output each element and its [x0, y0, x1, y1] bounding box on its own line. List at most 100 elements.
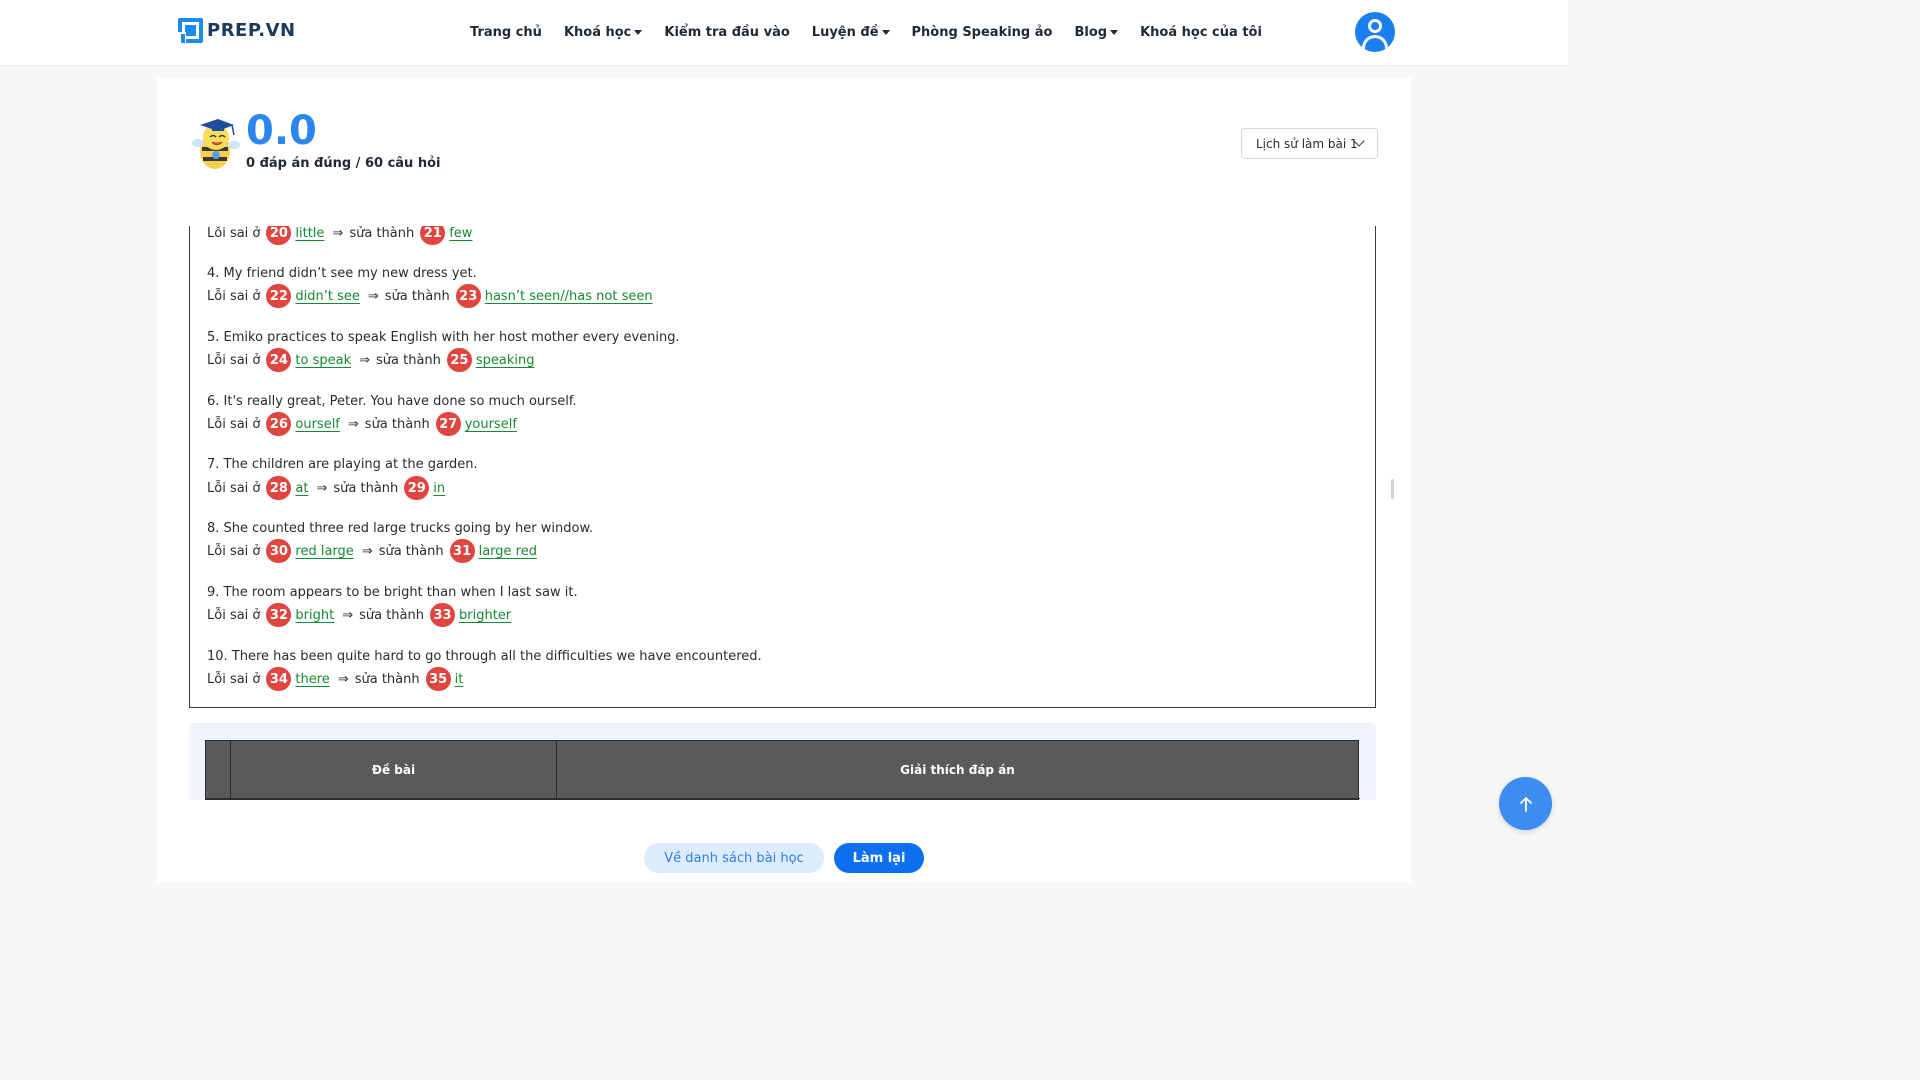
prep-logo[interactable]: PREP.VN [177, 18, 296, 44]
answer-line: Lỗi sai ở 34 there ⇒ sửa thành 35 it [207, 667, 463, 691]
wrong-answer: little [295, 226, 325, 241]
wrong-answer: red large [295, 543, 354, 559]
fix-label: sửa thành [349, 226, 415, 241]
correct-answer: few [449, 226, 473, 241]
explanation-table: Đề bài Giải thích đáp án [205, 740, 1360, 800]
fix-label: sửa thành [378, 543, 444, 559]
table-header-question: Đề bài [231, 741, 557, 798]
logo-text: PREP.VN [207, 20, 296, 41]
error-label: Lỗi sai ở [207, 607, 261, 623]
nav-item-speaking-room[interactable]: Phòng Speaking ảo [912, 25, 1053, 40]
question-text: 6. It's really great, Peter. You have do… [207, 394, 577, 409]
nav-label: Blog [1074, 24, 1108, 40]
question-number-badge: 31 [449, 539, 475, 563]
nav-label: Trang chủ [470, 24, 542, 40]
nav-label: Kiểm tra đầu vào [664, 24, 790, 40]
answer-line: Lỗi sai ở 20 little ⇒ sửa thành 21 few [207, 226, 472, 245]
correct-answer: speaking [475, 352, 535, 368]
error-label: Lỗi sai ở [207, 352, 261, 368]
answer-line: Lỗi sai ở 22 didn’t see ⇒ sửa thành 23 h… [207, 284, 653, 308]
score-value: 0.0 [246, 108, 317, 154]
wrong-answer: bright [295, 607, 335, 623]
error-label: Lỗi sai ở [207, 671, 261, 687]
question-number-badge: 26 [266, 412, 292, 436]
question-number-badge: 22 [266, 284, 292, 308]
fix-label: sửa thành [384, 288, 450, 304]
wrong-answer: didn’t see [295, 288, 360, 304]
retry-button[interactable]: Làm lại [834, 843, 924, 873]
caret-down-icon [634, 29, 643, 35]
answer-line: Lỗi sai ở 30 red large ⇒ sửa thành 31 la… [207, 539, 537, 563]
fix-label: sửa thành [364, 416, 430, 432]
wrong-answer: to speak [295, 352, 352, 368]
table-header-explanation: Giải thích đáp án [900, 762, 1015, 777]
nav-item-practice[interactable]: Luyện đề [812, 25, 890, 40]
answer-line: Lỗi sai ở 32 bright ⇒ sửa thành 33 brigh… [207, 603, 511, 627]
nav-label: Khoá học [563, 24, 632, 40]
arrow-icon: ⇒ [342, 607, 354, 623]
error-label: Lỗi sai ở [207, 416, 261, 432]
table-index-column [206, 741, 231, 800]
answer-line: Lỗi sai ở 28 at ⇒ sửa thành 29 in [207, 476, 445, 500]
arrow-icon: ⇒ [367, 288, 379, 304]
arrow-up-icon [1519, 796, 1532, 812]
history-select-value: Lịch sử làm bài 1 [1256, 136, 1358, 151]
question-number-badge: 34 [266, 667, 292, 691]
wrong-answer: there [295, 671, 330, 687]
caret-down-icon [881, 29, 890, 35]
nav-item-my-courses[interactable]: Khoá học của tôi [1140, 25, 1262, 40]
fix-label: sửa thành [354, 671, 420, 687]
question-text: 8. She counted three red large trucks go… [207, 521, 594, 536]
wrong-answer: at [295, 480, 309, 496]
correct-answer: yourself [464, 416, 517, 432]
question-number-badge: 24 [266, 348, 292, 372]
question-number-badge: 32 [266, 603, 292, 627]
scroll-to-top-button[interactable] [1499, 777, 1552, 830]
score-summary: 0 đáp án đúng / 60 câu hỏi [246, 156, 441, 171]
explanation-section: Đề bài Giải thích đáp án [189, 723, 1376, 800]
correct-answer: in [433, 480, 446, 496]
question-number-badge: 35 [425, 667, 451, 691]
caret-down-icon [1110, 29, 1119, 35]
correct-answer: large red [478, 543, 537, 559]
question-text: 9. The room appears to be bright than wh… [207, 585, 578, 600]
question-number-badge: 25 [446, 348, 472, 372]
nav-label: Luyện đề [811, 24, 879, 40]
scrollbar-thumb[interactable] [1391, 479, 1394, 499]
nav-item-entry-test[interactable]: Kiểm tra đầu vào [664, 25, 789, 40]
correct-answer: hasn’t seen//has not seen [484, 288, 653, 304]
question-number-badge: 29 [404, 476, 430, 500]
answer-panel[interactable]: Lỗi sai ở 20 little ⇒ sửa thành 21 few 4… [189, 226, 1376, 708]
top-header: PREP.VN Trang chủ Khoá học Kiểm tra đầu … [0, 0, 1568, 66]
question-number-badge: 21 [420, 226, 446, 245]
nav-label: Phòng Speaking ảo [911, 24, 1053, 40]
correct-answer: brighter [459, 607, 512, 623]
user-avatar-icon[interactable] [1355, 12, 1395, 52]
question-number-badge: 23 [455, 284, 481, 308]
error-label: Lỗi sai ở [207, 480, 261, 496]
back-to-lessons-button[interactable]: Về danh sách bài học [644, 843, 824, 873]
question-number-badge: 28 [266, 476, 292, 500]
nav-item-home[interactable]: Trang chủ [470, 25, 542, 40]
arrow-icon: ⇒ [332, 226, 344, 241]
arrow-icon: ⇒ [361, 543, 373, 559]
fix-label: sửa thành [359, 607, 424, 623]
correct-answer: it [454, 671, 464, 687]
main-nav: Trang chủ Khoá học Kiểm tra đầu vào Luyệ… [470, 22, 1284, 42]
arrow-icon: ⇒ [337, 671, 349, 687]
nav-item-blog[interactable]: Blog [1074, 24, 1119, 40]
question-number-badge: 20 [266, 226, 292, 245]
arrow-icon: ⇒ [359, 352, 370, 368]
question-text: 7. The children are playing at the garde… [207, 457, 478, 472]
question-text: 4. My friend didn’t see my new dress yet… [207, 266, 477, 281]
error-label: Lỗi sai ở [207, 543, 261, 559]
question-number-badge: 33 [430, 603, 455, 627]
fix-label: sửa thành [333, 480, 399, 496]
error-label: Lỗi sai ở [207, 288, 261, 304]
question-text: 10. There has been quite hard to go thro… [207, 649, 762, 664]
arrow-icon: ⇒ [347, 416, 359, 432]
wrong-answer: ourself [295, 416, 340, 432]
bee-mascot-icon [192, 119, 240, 169]
nav-item-courses[interactable]: Khoá học [563, 24, 643, 40]
attempt-history-select[interactable]: Lịch sử làm bài 1 [1241, 128, 1378, 159]
